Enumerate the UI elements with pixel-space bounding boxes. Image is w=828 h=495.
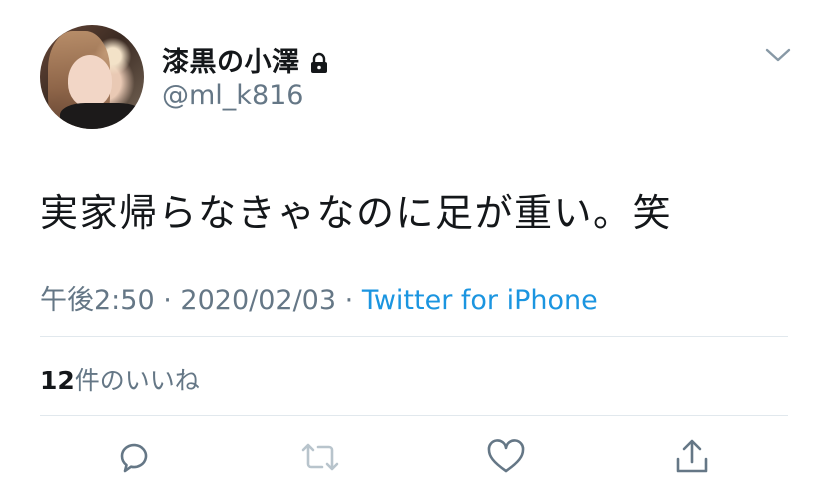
share-button[interactable]: [670, 435, 714, 479]
display-name[interactable]: 漆黒の小澤: [162, 40, 300, 79]
avatar-coat: [60, 103, 144, 129]
chevron-down-icon[interactable]: [763, 44, 793, 66]
tweet-meta: 午後2:50 · 2020/02/03 · Twitter for iPhone: [40, 278, 598, 317]
likes-number: 12: [40, 366, 75, 395]
reply-icon: [120, 443, 148, 473]
meta-separator: ·: [163, 285, 172, 316]
tweet-time: 午後2:50: [40, 285, 155, 316]
divider: [40, 415, 788, 416]
heart-icon: [487, 439, 525, 473]
likes-count[interactable]: 12件のいいね: [40, 361, 200, 397]
meta-separator: ·: [344, 285, 354, 316]
divider: [40, 336, 788, 337]
avatar[interactable]: [40, 25, 144, 129]
user-handle[interactable]: @ml_k816: [162, 80, 303, 111]
retweet-icon: [301, 443, 339, 471]
lock-icon: [308, 50, 330, 73]
avatar-face: [68, 55, 112, 107]
likes-label: 件のいいね: [74, 366, 200, 395]
share-icon: [676, 439, 708, 473]
tweet-source-link[interactable]: Twitter for iPhone: [362, 285, 598, 316]
like-button[interactable]: [484, 435, 528, 479]
tweet-date: 2020/02/03: [180, 285, 337, 316]
reply-button[interactable]: [112, 435, 156, 479]
tweet-text: 実家帰らなきゃなのに足が重い。笑: [40, 191, 673, 235]
retweet-button[interactable]: [298, 435, 342, 479]
user-name-row[interactable]: 漆黒の小澤: [162, 40, 330, 79]
